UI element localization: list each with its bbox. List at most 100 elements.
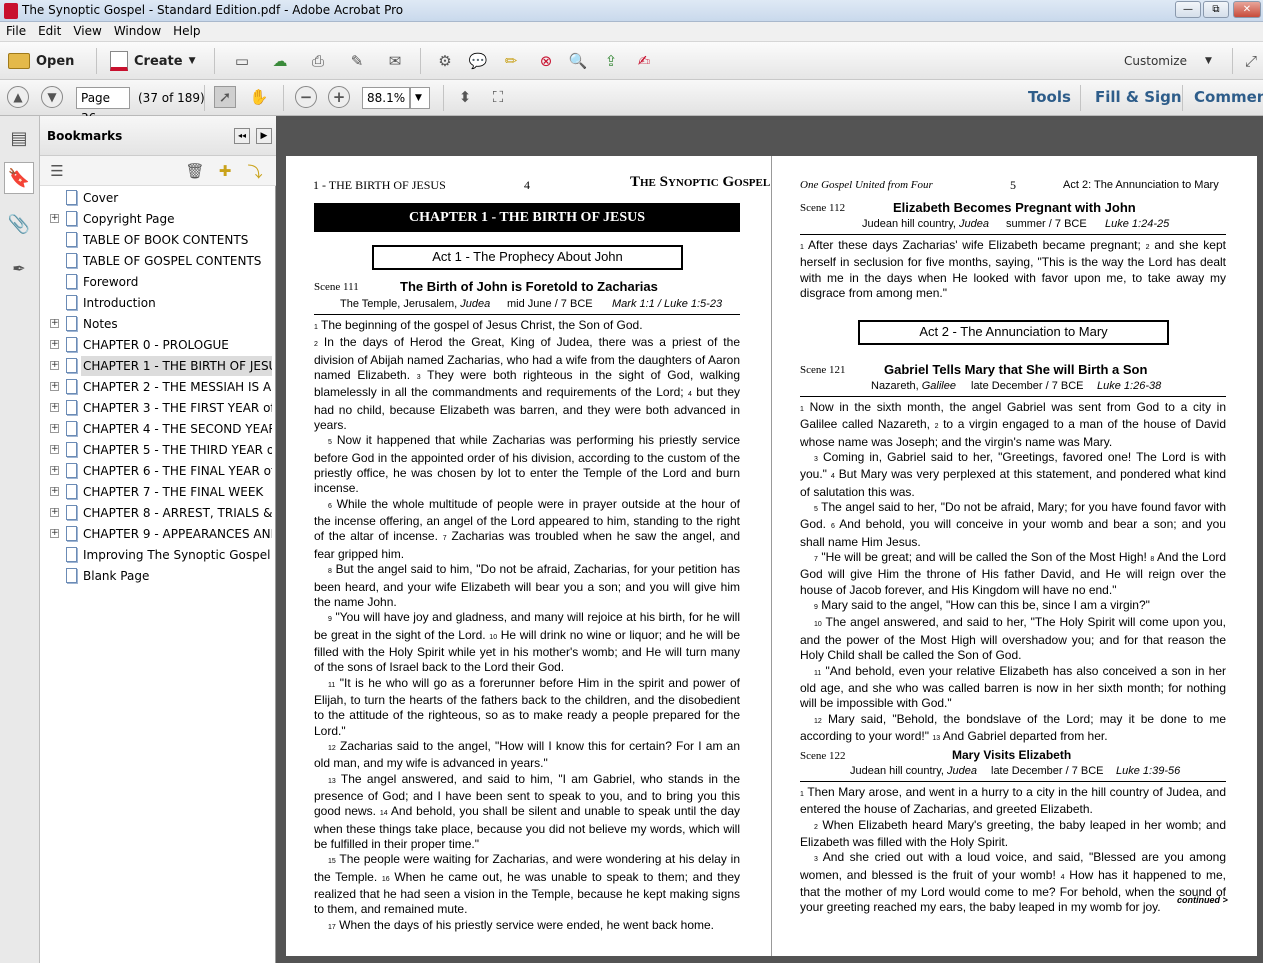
- previous-page-icon[interactable]: ▲: [7, 86, 29, 108]
- expand-toggle-icon[interactable]: +: [50, 403, 59, 412]
- scene-place: Nazareth, Galilee: [871, 380, 956, 392]
- restore-button[interactable]: ⧉: [1203, 1, 1229, 18]
- bookmark-item[interactable]: + Copyright Page: [44, 209, 272, 229]
- bookmark-label: Blank Page: [83, 569, 150, 583]
- bookmark-page-icon: [66, 274, 77, 289]
- email-icon[interactable]: ✉: [384, 50, 406, 72]
- customize-button[interactable]: Customize ▼: [1124, 48, 1212, 74]
- zoom-input[interactable]: 88.1%: [362, 87, 410, 109]
- attachments-paperclip-icon[interactable]: 📎: [6, 210, 32, 238]
- bookmark-item[interactable]: + CHAPTER 9 - APPEARANCES AND: [44, 524, 272, 544]
- bookmark-item[interactable]: + CHAPTER 1 - THE BIRTH OF JESUS: [44, 356, 272, 376]
- expand-toggle-icon[interactable]: +: [50, 424, 59, 433]
- bookmark-page-icon: [66, 568, 77, 583]
- options-menu-icon[interactable]: ☰: [46, 160, 68, 182]
- save-icon[interactable]: ▭: [231, 50, 253, 72]
- expand-icon[interactable]: ⤢: [1240, 50, 1262, 72]
- acrobat-icon: [4, 3, 18, 19]
- bookmarks-panel: Bookmarks ◂◂ ▶ ☰ 🗑 ✚ ⤵ Cover + Copyright P…: [40, 116, 276, 963]
- expand-toggle-icon[interactable]: +: [50, 466, 59, 475]
- bookmark-item[interactable]: + CHAPTER 0 - PROLOGUE: [44, 335, 272, 355]
- expand-bookmark-icon[interactable]: ⤵: [244, 160, 266, 182]
- menu-help[interactable]: Help: [167, 22, 206, 40]
- bookmark-item[interactable]: TABLE OF BOOK CONTENTS: [44, 230, 272, 250]
- bookmark-item[interactable]: + CHAPTER 7 - THE FINAL WEEK: [44, 482, 272, 502]
- page-number: 4: [524, 178, 530, 192]
- bookmark-label: CHAPTER 7 - THE FINAL WEEK: [83, 485, 264, 499]
- comment-bubble-icon[interactable]: 💬: [467, 50, 489, 72]
- minimize-button[interactable]: —: [1175, 1, 1201, 18]
- zoom-out-icon[interactable]: −: [295, 86, 317, 108]
- open-button[interactable]: Open: [8, 48, 74, 74]
- create-button[interactable]: Create ▼: [110, 48, 196, 74]
- expand-toggle-icon[interactable]: +: [50, 487, 59, 496]
- delete-bookmark-icon[interactable]: 🗑: [184, 160, 206, 182]
- bookmark-item[interactable]: + Notes: [44, 314, 272, 334]
- scene-place-city: Judean hill country,: [850, 765, 948, 777]
- expand-toggle-icon[interactable]: +: [50, 382, 59, 391]
- bookmark-item[interactable]: + CHAPTER 5 - THE THIRD YEAR of H: [44, 440, 272, 460]
- settings-gear-icon[interactable]: ⚙: [434, 50, 456, 72]
- protect-icon[interactable]: 🔍: [567, 50, 589, 72]
- zoom-in-icon[interactable]: +: [328, 86, 350, 108]
- bookmark-item[interactable]: Cover: [44, 188, 272, 208]
- bookmark-item[interactable]: TABLE OF GOSPEL CONTENTS: [44, 251, 272, 271]
- tools-pane-link[interactable]: Tools: [1028, 88, 1071, 106]
- redact-icon[interactable]: ⊗: [535, 50, 557, 72]
- sign-icon[interactable]: ✍: [633, 50, 655, 72]
- bookmark-item[interactable]: + CHAPTER 4 - THE SECOND YEAR o: [44, 419, 272, 439]
- next-page-icon[interactable]: ▼: [41, 86, 63, 108]
- main-toolbar: Open Create ▼ ▭ ☁ ⎙ ✎ ✉ ⚙ 💬 ✏ ⊗ 🔍 ⇪ ✍ Cu…: [0, 42, 1263, 80]
- bookmark-page-icon: [66, 253, 77, 268]
- bookmark-item[interactable]: Introduction: [44, 293, 272, 313]
- bookmark-item[interactable]: Foreword: [44, 272, 272, 292]
- cloud-upload-icon[interactable]: ☁: [269, 50, 291, 72]
- bookmark-item[interactable]: + CHAPTER 6 - THE FINAL YEAR of H: [44, 461, 272, 481]
- page-number-input[interactable]: Page 36: [76, 87, 130, 125]
- expand-toggle-icon[interactable]: +: [50, 508, 59, 517]
- collapse-panel-icon[interactable]: ◂◂: [234, 128, 250, 144]
- menu-file[interactable]: File: [0, 22, 32, 40]
- expand-toggle-icon[interactable]: +: [50, 361, 59, 370]
- bookmark-item[interactable]: + CHAPTER 2 - THE MESSIAH IS ANC: [44, 377, 272, 397]
- bookmark-label: CHAPTER 4 - THE SECOND YEAR o: [83, 422, 272, 436]
- menu-view[interactable]: View: [67, 22, 107, 40]
- expand-toggle-icon[interactable]: +: [50, 340, 59, 349]
- menu-edit[interactable]: Edit: [32, 22, 67, 40]
- comment-pane-link[interactable]: Comment: [1194, 88, 1263, 106]
- print-icon[interactable]: ⎙: [307, 50, 329, 72]
- menu-window[interactable]: Window: [108, 22, 167, 40]
- right-page: One Gospel United from Four 5 Act 2: The…: [772, 156, 1257, 956]
- expand-panel-icon[interactable]: ▶: [256, 128, 272, 144]
- hand-tool-icon[interactable]: ✋: [248, 86, 270, 108]
- expand-toggle-icon[interactable]: +: [50, 445, 59, 454]
- bookmark-page-icon: [66, 421, 77, 436]
- highlight-icon[interactable]: ✏: [500, 50, 522, 72]
- scene-title: Elizabeth Becomes Pregnant with John: [893, 200, 1136, 215]
- expand-toggle-icon[interactable]: +: [50, 529, 59, 538]
- chapter-banner: CHAPTER 1 - THE BIRTH OF JESUS: [314, 203, 740, 232]
- bookmark-item[interactable]: + CHAPTER 8 - ARREST, TRIALS & CR: [44, 503, 272, 523]
- edit-document-icon[interactable]: ✎: [346, 50, 368, 72]
- select-cursor-icon[interactable]: ➚: [214, 86, 236, 108]
- bookmark-item[interactable]: Blank Page: [44, 566, 272, 586]
- bookmarks-header: Bookmarks ◂◂ ▶: [40, 116, 276, 156]
- close-button[interactable]: ✕: [1233, 1, 1261, 18]
- page-thumbnails-icon[interactable]: ▤: [6, 124, 32, 152]
- divider: [214, 48, 215, 74]
- bookmark-item[interactable]: + CHAPTER 3 - THE FIRST YEAR of H: [44, 398, 272, 418]
- fit-width-icon[interactable]: ⛶: [487, 86, 509, 108]
- signatures-icon[interactable]: ✒: [6, 254, 32, 282]
- export-icon[interactable]: ⇪: [600, 50, 622, 72]
- document-viewer[interactable]: 1 - THE BIRTH OF JESUS 4 The Synoptic Go…: [276, 116, 1263, 963]
- bookmarks-icon[interactable]: 🔖: [4, 162, 34, 194]
- fit-page-icon[interactable]: ⬍: [454, 86, 476, 108]
- bookmark-label: CHAPTER 6 - THE FINAL YEAR of H: [83, 464, 272, 478]
- zoom-dropdown-icon[interactable]: ▼: [410, 87, 430, 109]
- viewer-edge: [1257, 156, 1263, 963]
- fill-sign-pane-link[interactable]: Fill & Sign: [1095, 88, 1182, 106]
- bookmark-item[interactable]: Improving The Synoptic Gospel: [44, 545, 272, 565]
- expand-toggle-icon[interactable]: +: [50, 214, 59, 223]
- new-bookmark-icon[interactable]: ✚: [214, 160, 236, 182]
- expand-toggle-icon[interactable]: +: [50, 319, 59, 328]
